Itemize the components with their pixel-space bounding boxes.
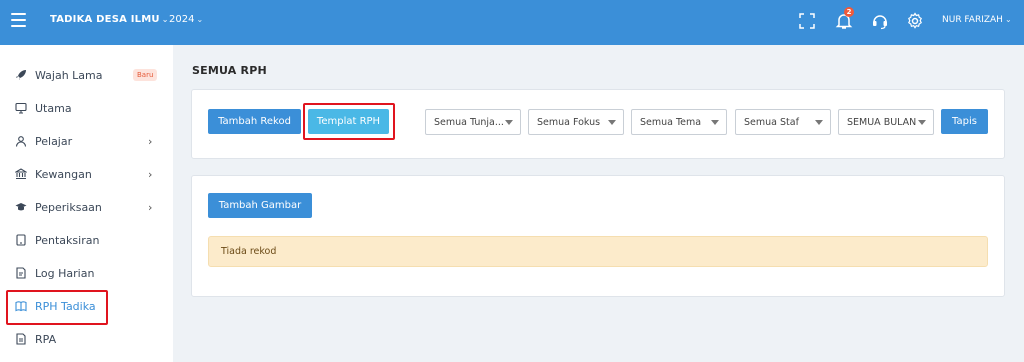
headset-icon[interactable] bbox=[870, 11, 890, 31]
sidebar-item-label: RPA bbox=[35, 332, 57, 346]
menu-icon[interactable] bbox=[11, 13, 26, 27]
monitor-icon bbox=[15, 102, 27, 114]
fullscreen-icon[interactable] bbox=[797, 11, 817, 31]
filter-bulan-select[interactable]: SEMUA BULAN bbox=[838, 109, 934, 135]
sidebar-item-label: Pentaksiran bbox=[35, 233, 100, 247]
bank-icon bbox=[15, 168, 27, 180]
dropdown-arrow-icon bbox=[918, 120, 926, 125]
select-value: SEMUA BULAN bbox=[847, 116, 917, 128]
select-value: Semua Tema bbox=[640, 116, 702, 128]
chevron-right-icon: › bbox=[148, 200, 153, 214]
sidebar-item-label: Log Harian bbox=[35, 266, 95, 280]
user-icon bbox=[15, 136, 27, 147]
chevron-right-icon: › bbox=[148, 134, 153, 148]
sidebar-item-pelajar[interactable]: Pelajar › bbox=[0, 125, 173, 157]
graduation-cap-icon bbox=[15, 203, 27, 211]
sidebar-item-label: Utama bbox=[35, 101, 72, 115]
page-title: SEMUA RPH bbox=[192, 64, 267, 77]
filter-tunjang-select[interactable]: Semua Tunja... bbox=[425, 109, 521, 135]
filter-fokus-select[interactable]: Semua Fokus bbox=[528, 109, 624, 135]
gear-icon[interactable] bbox=[905, 11, 925, 31]
sidebar-item-peperiksaan[interactable]: Peperiksaan › bbox=[0, 191, 173, 223]
highlight-box bbox=[6, 290, 108, 325]
year-label: 2024 bbox=[169, 14, 195, 25]
empty-message: Tiada rekod bbox=[221, 246, 277, 257]
rocket-icon bbox=[16, 70, 26, 80]
document-icon bbox=[16, 333, 26, 345]
highlight-box bbox=[303, 103, 395, 140]
sidebar-item-label: Pelajar bbox=[35, 134, 73, 148]
notification-badge: 2 bbox=[844, 7, 854, 17]
dropdown-arrow-icon bbox=[815, 120, 823, 125]
filter-button[interactable]: Tapis bbox=[941, 109, 988, 134]
school-selector[interactable]: TADIKA DESA ILMU ⌄ bbox=[50, 14, 169, 25]
dropdown-arrow-icon bbox=[608, 120, 616, 125]
add-record-button[interactable]: Tambah Rekod bbox=[208, 109, 301, 134]
chevron-right-icon: › bbox=[148, 167, 153, 181]
sidebar-item-log-harian[interactable]: Log Harian bbox=[0, 257, 173, 289]
filter-staf-select[interactable]: Semua Staf bbox=[735, 109, 831, 135]
chevron-down-icon: ⌄ bbox=[161, 15, 169, 24]
sidebar-item-kewangan[interactable]: Kewangan › bbox=[0, 158, 173, 190]
sidebar-item-pentaksiran[interactable]: Pentaksiran bbox=[0, 224, 173, 256]
filter-tema-select[interactable]: Semua Tema bbox=[631, 109, 727, 135]
user-menu[interactable]: NUR FARIZAH ⌄ bbox=[942, 15, 1012, 25]
select-value: Semua Fokus bbox=[537, 116, 601, 128]
sidebar-item-label: Peperiksaan bbox=[35, 200, 102, 214]
sidebar-item-wajah-lama[interactable]: Wajah Lama Baru bbox=[0, 59, 173, 91]
empty-state-alert: Tiada rekod bbox=[208, 236, 988, 267]
sidebar-item-label: Kewangan bbox=[35, 167, 92, 181]
tablet-icon bbox=[16, 234, 26, 246]
log-icon bbox=[16, 267, 26, 279]
sidebar-item-label: Wajah Lama bbox=[35, 68, 103, 82]
add-image-button[interactable]: Tambah Gambar bbox=[208, 193, 312, 218]
dropdown-arrow-icon bbox=[505, 120, 513, 125]
dropdown-arrow-icon bbox=[711, 120, 719, 125]
select-value: Semua Tunja... bbox=[434, 116, 504, 128]
sidebar-item-rpa[interactable]: RPA bbox=[0, 323, 173, 355]
select-value: Semua Staf bbox=[744, 116, 799, 128]
top-bar: TADIKA DESA ILMU ⌄ 2024 ⌄ 2 NUR FARIZAH ⌄ bbox=[0, 0, 1024, 45]
school-name: TADIKA DESA ILMU bbox=[50, 14, 160, 25]
chevron-down-icon: ⌄ bbox=[1004, 15, 1012, 24]
new-badge: Baru bbox=[133, 69, 158, 81]
chevron-down-icon: ⌄ bbox=[196, 15, 204, 24]
sidebar-item-utama[interactable]: Utama bbox=[0, 92, 173, 124]
user-name: NUR FARIZAH bbox=[942, 15, 1003, 25]
year-selector[interactable]: 2024 ⌄ bbox=[169, 14, 203, 25]
